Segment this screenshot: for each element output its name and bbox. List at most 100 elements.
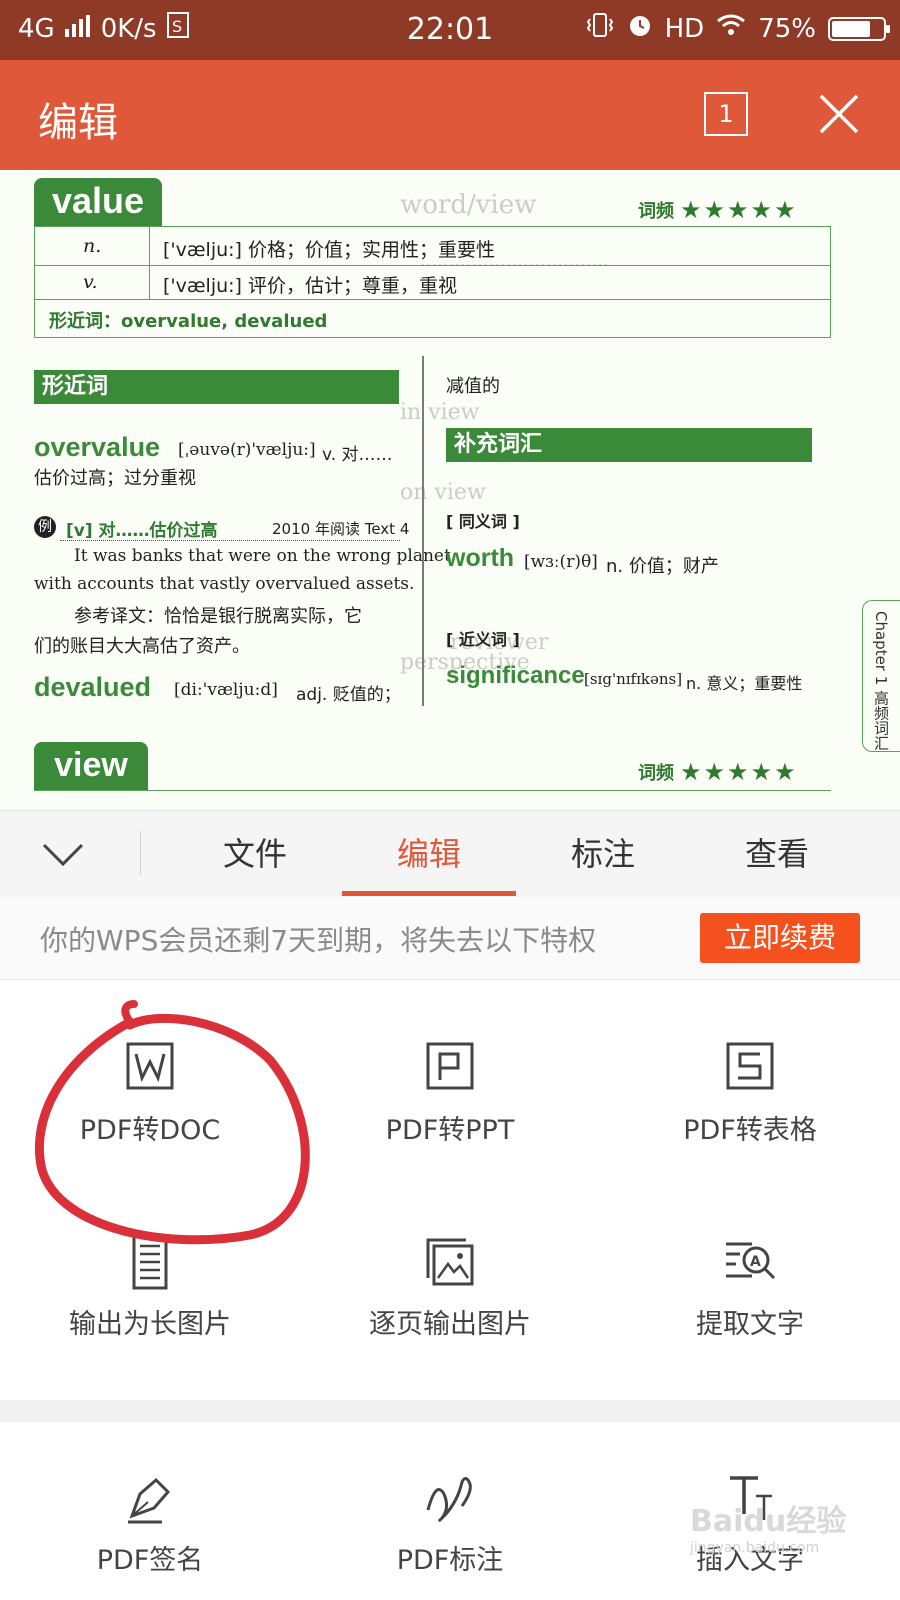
- section-title-similar: 形近词: [34, 370, 399, 404]
- active-tab-indicator: [342, 891, 516, 896]
- chevron-down-icon[interactable]: [40, 831, 86, 877]
- column-divider: [422, 356, 424, 706]
- example-english: with accounts that vastly overvalued ass…: [34, 574, 415, 594]
- frequency-rating: 词频 ★★★★★: [638, 196, 798, 224]
- chapter-tab: Chapter 1 高频词汇: [862, 600, 900, 752]
- example-badge: 例: [34, 516, 56, 538]
- table-divider: [149, 227, 150, 299]
- example-translation: 们的账目大大高估了资产。: [34, 636, 250, 657]
- pen-sign-icon: [122, 1470, 178, 1526]
- tool-label: PDF标注: [396, 1545, 504, 1576]
- phonetic: [wɜː(r)θ]: [524, 552, 598, 572]
- definition: n. 价值；财产: [606, 556, 719, 577]
- part-of-speech: adj. 贬值的；: [296, 685, 401, 705]
- export-long-image-button[interactable]: 输出为长图片: [0, 1234, 300, 1341]
- battery-icon: [828, 16, 890, 41]
- section-title-supplement: 补充词汇: [446, 428, 812, 462]
- hd-label: HD: [664, 13, 705, 44]
- definition: n. 意义；重要性: [686, 674, 803, 693]
- tool-label: PDF签名: [96, 1545, 204, 1576]
- divider: [140, 831, 141, 875]
- tab-annotate[interactable]: 标注: [516, 811, 690, 897]
- sheet-icon: [722, 1040, 778, 1096]
- tool-label: 提取文字: [696, 1309, 804, 1340]
- phonetic: [di:'vælju:d]: [174, 680, 278, 700]
- pdf-page[interactable]: word/view ..............................…: [0, 170, 900, 810]
- wifi-icon: [716, 13, 746, 44]
- pdf-to-doc-button[interactable]: PDF转DOC: [0, 1040, 300, 1147]
- entry-word-value: value: [34, 178, 162, 226]
- pdf-to-ppt-button[interactable]: PDF转PPT: [300, 1040, 600, 1147]
- bleed-text: on view: [400, 480, 486, 505]
- word-doc-icon: [122, 1040, 178, 1096]
- page-title: 编辑: [38, 100, 118, 146]
- tool-tabbar: 文件 编辑 标注 查看: [0, 810, 900, 898]
- close-icon[interactable]: [815, 90, 863, 138]
- sense-text: ['vælju:] 价格；价值；实用性；重要性: [163, 239, 495, 261]
- example-english: It was banks that were on the wrong plan…: [74, 546, 457, 566]
- renew-button[interactable]: 立即续费: [700, 913, 860, 963]
- dotted-rule: [60, 540, 400, 541]
- entry-box-top: [34, 790, 831, 791]
- section-separator: [0, 1400, 900, 1422]
- pdf-sign-button[interactable]: PDF签名: [0, 1470, 300, 1577]
- alarm-icon: [627, 12, 653, 45]
- frequency-label: 词频: [638, 201, 674, 222]
- pdf-annotate-button[interactable]: PDF标注: [300, 1470, 600, 1577]
- tool-label: 逐页输出图片: [369, 1309, 531, 1340]
- definition-cont: 减值的: [446, 376, 500, 397]
- sense-pos: v.: [83, 271, 98, 293]
- headword-overvalue: overvalue: [34, 432, 161, 462]
- pages-image-icon: [422, 1234, 478, 1290]
- tool-sheet: 文件 编辑 标注 查看 你的WPS会员还剩7天到期，将失去以下特权 立即续费 P…: [0, 810, 900, 1600]
- extract-text-icon: A: [722, 1234, 778, 1290]
- frequency-stars: ★★★★★: [680, 758, 798, 786]
- synonym-label: [ 同义词 ]: [446, 512, 520, 531]
- sense-pos: n.: [83, 235, 102, 257]
- vibrate-icon: [585, 12, 615, 45]
- entry-definition-box: n. ['vælju:] 价格；价值；实用性；重要性 v. ['vælju:] …: [34, 226, 831, 338]
- bleed-text: word/view: [400, 190, 537, 220]
- definition: 估价过高；过分重视: [34, 468, 196, 489]
- tool-label: PDF转PPT: [385, 1115, 515, 1146]
- tab-view[interactable]: 查看: [690, 811, 864, 897]
- tool-label: PDF转DOC: [79, 1115, 221, 1146]
- membership-banner: 你的WPS会员还剩7天到期，将失去以下特权 立即续费: [0, 897, 900, 980]
- baidu-watermark: Baidu经验 jingyan.baidu.com: [690, 1504, 847, 1556]
- example-translation: 参考译文：恰恰是银行脱离实际，它: [74, 606, 362, 627]
- svg-text:A: A: [750, 1254, 761, 1270]
- headword-significance: significance: [446, 662, 585, 689]
- frequency-stars: ★★★★★: [680, 196, 798, 224]
- page-count-button[interactable]: 1: [704, 92, 748, 136]
- headword-worth: worth: [446, 544, 515, 572]
- bleed-text: in view: [400, 400, 480, 425]
- example-tag: [v] 对……估价过高: [66, 521, 218, 541]
- membership-message: 你的WPS会员还剩7天到期，将失去以下特权: [40, 924, 597, 957]
- similar-words-line: 形近词：overvalue, devalued: [49, 311, 328, 332]
- near-synonym-label: [ 近义词 ]: [446, 630, 520, 649]
- sense-row: n. ['vælju:] 价格；价值；实用性；重要性: [35, 227, 830, 266]
- tab-file[interactable]: 文件: [170, 811, 340, 897]
- entry-word-view: view: [34, 742, 148, 790]
- extract-text-button[interactable]: A 提取文字: [600, 1234, 900, 1341]
- sense-row: v. ['vælju:] 评价，估计；尊重，重视: [35, 265, 830, 300]
- tab-edit[interactable]: 编辑: [342, 811, 516, 897]
- headword-devalued: devalued: [34, 672, 152, 702]
- frequency-rating: 词频 ★★★★★: [638, 758, 798, 786]
- long-image-icon: [122, 1234, 178, 1290]
- phonetic: [sɪg'nɪfɪkəns]: [584, 670, 683, 688]
- app-bar: 编辑 1: [0, 60, 900, 170]
- tool-label: 输出为长图片: [69, 1309, 231, 1340]
- ppt-icon: [422, 1040, 478, 1096]
- example-source: 2010 年阅读 Text 4: [272, 520, 410, 538]
- status-bar: 4G 0K/s S 22:01 HD 75%: [0, 0, 900, 60]
- battery-percent: 75%: [758, 13, 816, 44]
- scribble-icon: [422, 1470, 478, 1526]
- sense-text: ['vælju:] 评价，估计；尊重，重视: [163, 275, 457, 297]
- part-of-speech: v. 对……: [322, 445, 393, 465]
- frequency-label: 词频: [638, 763, 674, 784]
- export-page-images-button[interactable]: 逐页输出图片: [300, 1234, 600, 1341]
- phonetic: [ˌəuvə(r)'vælju:]: [178, 440, 316, 460]
- tool-label: PDF转表格: [683, 1115, 817, 1146]
- pdf-to-sheet-button[interactable]: PDF转表格: [600, 1040, 900, 1147]
